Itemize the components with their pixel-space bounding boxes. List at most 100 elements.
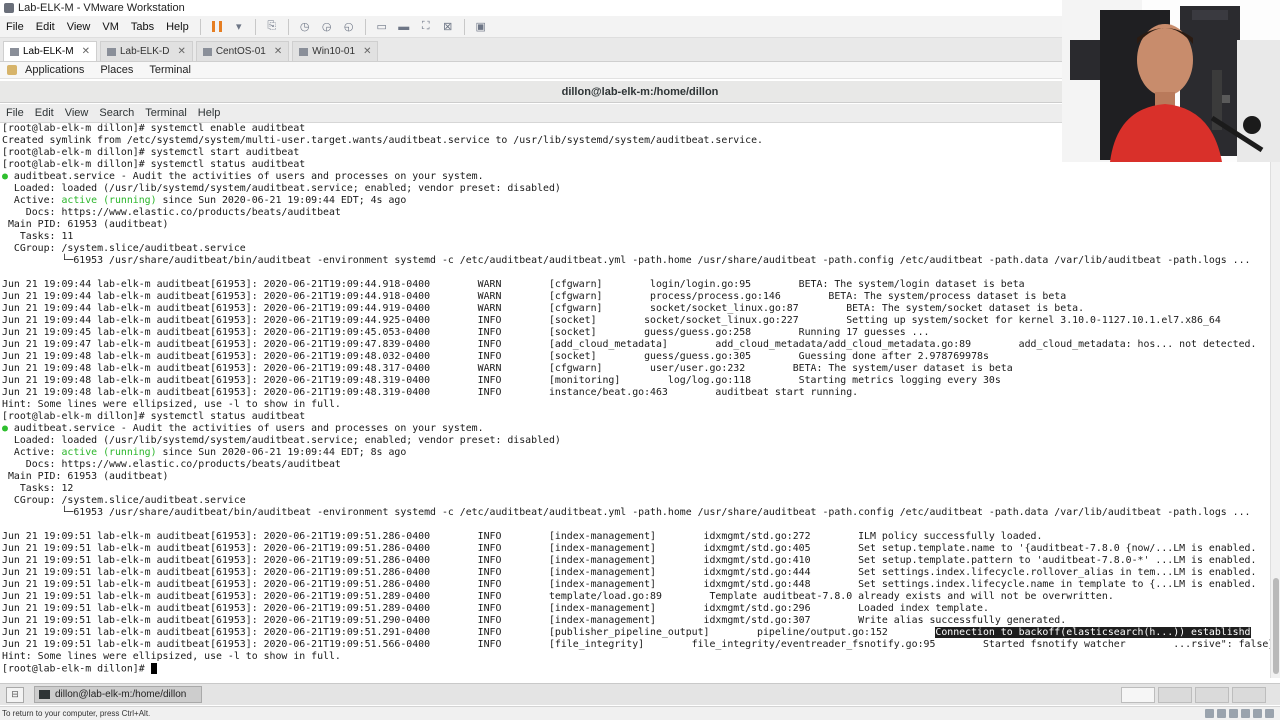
network-icon[interactable] xyxy=(1229,709,1238,718)
cgroup-child-line: └─61953 /usr/share/auditbeat/bin/auditbe… xyxy=(2,507,1251,518)
hint-line: Hint: Some lines were ellipsized, use -l… xyxy=(2,651,341,662)
close-icon[interactable]: ✕ xyxy=(82,46,90,57)
log-line: Jun 21 19:09:44 lab-elk-m auditbeat[6195… xyxy=(2,315,1221,326)
full-screen-icon[interactable]: ⛶ xyxy=(417,19,435,35)
status-hint: To return to your computer, press Ctrl+A… xyxy=(2,709,151,718)
log-line: Jun 21 19:09:51 lab-elk-m auditbeat[6195… xyxy=(2,591,1114,602)
active-label: Active: xyxy=(2,195,62,206)
gnome-top-panel: Applications Places Terminal xyxy=(0,62,1062,79)
snapshot-icon[interactable]: ◷ xyxy=(296,19,314,35)
main-pid-line: Main PID: 61953 (auditbeat) xyxy=(2,219,169,230)
toolbar-separator xyxy=(254,18,256,35)
vm-menu-view[interactable]: View xyxy=(61,21,97,33)
toolbar-separator xyxy=(364,18,366,35)
log-line: Jun 21 19:09:48 lab-elk-m auditbeat[6195… xyxy=(2,363,1013,374)
log-line: Jun 21 19:09:51 lab-elk-m auditbeat[6195… xyxy=(2,615,1067,626)
term-menu-help[interactable]: Help xyxy=(192,107,226,119)
toolbar-separator xyxy=(463,18,465,35)
tab-label: Lab-ELK-M xyxy=(23,46,74,57)
places-menu[interactable]: Places xyxy=(92,64,141,76)
active-line: Active: active (running) since Sun 2020-… xyxy=(0,195,1270,207)
console-view-icon[interactable]: ▣ xyxy=(472,19,490,35)
terminal-title: dillon@lab-elk-m:/home/dillon xyxy=(561,85,719,98)
term-menu-file[interactable]: File xyxy=(0,107,29,119)
log-line: Jun 21 19:09:44 lab-elk-m auditbeat[6195… xyxy=(2,279,1025,290)
vm-menu-vm[interactable]: VM xyxy=(96,21,125,33)
close-icon[interactable]: ✕ xyxy=(177,46,185,57)
display-icon[interactable] xyxy=(1265,709,1274,718)
workspace-4[interactable] xyxy=(1232,687,1266,703)
docs-line: Docs: https://www.elastic.co/products/be… xyxy=(2,207,341,218)
tab-label: Lab-ELK-D xyxy=(119,46,170,57)
send-ctrl-alt-del-icon[interactable]: ⎘ xyxy=(263,19,281,35)
selected-text[interactable]: Connection to backoff(elasticsearch(h...… xyxy=(935,627,1251,638)
vm-icon xyxy=(10,47,19,56)
snapshot-manager-icon[interactable]: ◵ xyxy=(340,19,358,35)
close-icon[interactable]: ✕ xyxy=(363,46,371,57)
vm-menu-help[interactable]: Help xyxy=(160,21,195,33)
log-line: Jun 21 19:09:51 lab-elk-m auditbeat[6195… xyxy=(2,555,1257,566)
workspace-2[interactable] xyxy=(1158,687,1192,703)
vm-menu-edit[interactable]: Edit xyxy=(30,21,61,33)
show-desktop-icon[interactable]: ⊟ xyxy=(6,686,24,703)
log-line: Jun 21 19:09:45 lab-elk-m auditbeat[6195… xyxy=(2,327,930,338)
text-cursor xyxy=(150,663,157,674)
hint-line: Hint: Some lines were ellipsized, use -l… xyxy=(2,399,341,410)
tab-label: Win10-01 xyxy=(312,46,356,57)
service-unit-line: ● auditbeat.service - Audit the activiti… xyxy=(0,423,1270,435)
library-icon[interactable]: ▭ xyxy=(373,19,391,35)
power-dropdown-icon[interactable]: ▾ xyxy=(230,19,248,35)
cd-icon[interactable] xyxy=(1217,709,1226,718)
log-line-selected: Jun 21 19:09:51 lab-elk-m auditbeat[6195… xyxy=(0,627,1270,639)
term-menu-terminal[interactable]: Terminal xyxy=(139,107,192,119)
tab-lab-elk-m[interactable]: Lab-ELK-M ✕ xyxy=(3,41,97,61)
log-line: Jun 21 19:09:51 lab-elk-m auditbeat[6195… xyxy=(2,567,1257,578)
thumbnail-bar-icon[interactable]: ▬ xyxy=(395,19,413,35)
log-line: Jun 21 19:09:47 lab-elk-m auditbeat[6195… xyxy=(2,339,1257,350)
terminal-menu[interactable]: Terminal xyxy=(141,64,199,76)
unit-description: auditbeat.service - Audit the activities… xyxy=(7,171,484,182)
log-line: Jun 21 19:09:51 lab-elk-m auditbeat[6195… xyxy=(2,579,1257,590)
workspace-1[interactable] xyxy=(1121,687,1155,703)
tab-label: CentOS-01 xyxy=(215,46,266,57)
tab-centos-01[interactable]: CentOS-01 ✕ xyxy=(195,41,290,61)
term-menu-view[interactable]: View xyxy=(59,107,94,119)
active-state: active (running) xyxy=(61,195,157,206)
active-since: since Sun 2020-06-21 19:09:44 EDT; 8s ag… xyxy=(156,447,407,458)
log-line: Jun 21 19:09:44 lab-elk-m auditbeat[6195… xyxy=(2,291,1067,302)
tab-win10-01[interactable]: Win10-01 ✕ xyxy=(292,41,379,61)
hdd-icon[interactable] xyxy=(1205,709,1214,718)
term-menu-edit[interactable]: Edit xyxy=(29,107,59,119)
window-title: Lab-ELK-M - VMware Workstation xyxy=(18,2,185,14)
scrollbar-thumb[interactable] xyxy=(1273,578,1279,674)
terminal-scrollbar[interactable] xyxy=(1270,123,1280,678)
sound-icon[interactable] xyxy=(1253,709,1262,718)
vm-menu-tabs[interactable]: Tabs xyxy=(125,21,160,33)
cgroup-child-line: └─61953 /usr/share/auditbeat/bin/auditbe… xyxy=(2,255,1251,266)
terminal-output[interactable]: [root@lab-elk-m dillon]# systemctl enabl… xyxy=(0,123,1270,678)
prompt-line[interactable]: [root@lab-elk-m dillon]# xyxy=(0,663,1270,675)
active-line: Active: active (running) since Sun 2020-… xyxy=(0,447,1270,459)
usb-icon[interactable] xyxy=(1241,709,1250,718)
unity-icon[interactable]: ⊠ xyxy=(439,19,457,35)
workspace-3[interactable] xyxy=(1195,687,1229,703)
gnome-bottom-panel: ⊟ dillon@lab-elk-m:/home/dillon xyxy=(0,683,1280,705)
shell-prompt: [root@lab-elk-m dillon]# xyxy=(2,663,151,675)
close-icon[interactable]: ✕ xyxy=(274,46,282,57)
toolbar-separator xyxy=(287,18,289,35)
tasks-line: Tasks: 12 xyxy=(2,483,74,494)
log-line: Jun 21 19:09:48 lab-elk-m auditbeat[6195… xyxy=(2,375,1001,386)
pause-button[interactable] xyxy=(208,19,226,35)
taskbar-terminal-item[interactable]: dillon@lab-elk-m:/home/dillon xyxy=(34,686,202,703)
cgroup-line: CGroup: /system.slice/auditbeat.service xyxy=(2,243,246,254)
vmware-app-icon xyxy=(4,3,14,13)
applications-menu[interactable]: Applications xyxy=(17,64,92,76)
log-line: Jun 21 19:09:51 lab-elk-m auditbeat[6195… xyxy=(2,639,1270,650)
term-menu-search[interactable]: Search xyxy=(93,107,139,119)
applications-icon xyxy=(7,65,17,75)
revert-snapshot-icon[interactable]: ◶ xyxy=(318,19,336,35)
vm-menu-file[interactable]: File xyxy=(0,21,30,33)
tab-lab-elk-d[interactable]: Lab-ELK-D ✕ xyxy=(99,41,193,61)
vm-tab-strip: Lab-ELK-M ✕ Lab-ELK-D ✕ CentOS-01 ✕ Win1… xyxy=(0,38,1062,62)
